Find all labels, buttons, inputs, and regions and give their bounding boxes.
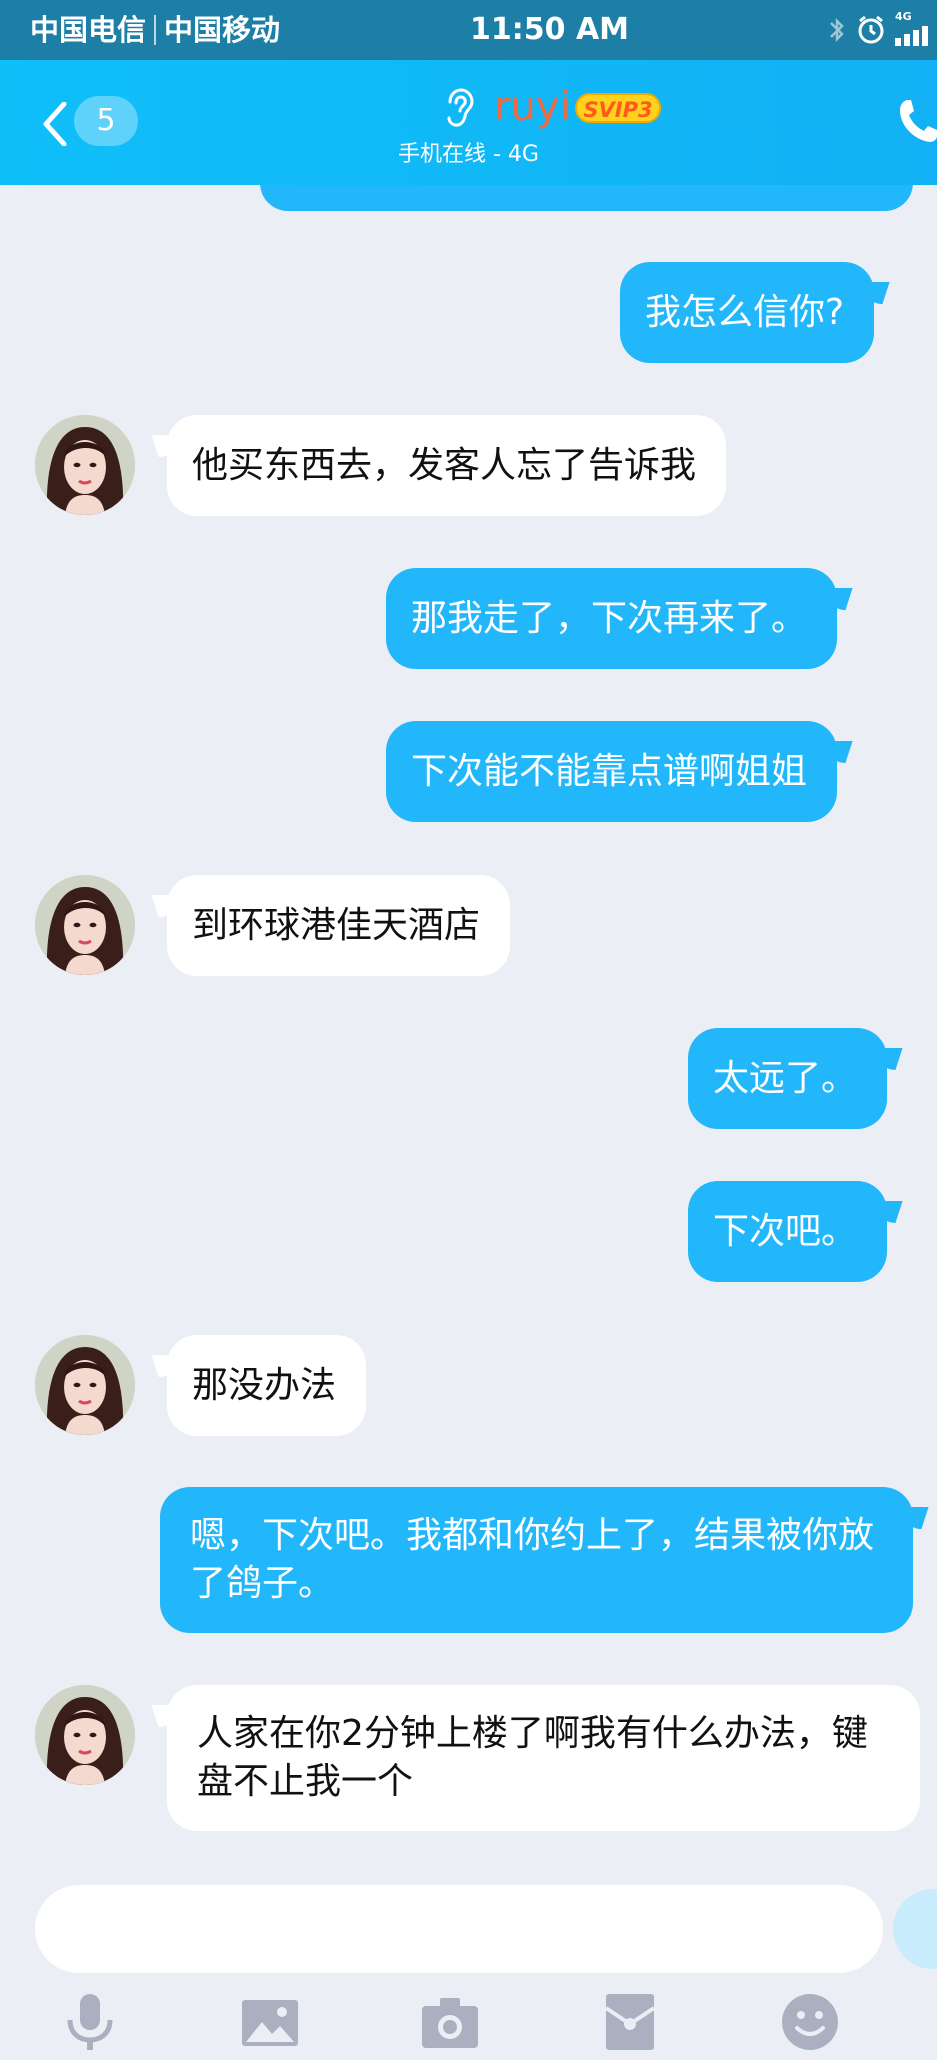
send-button[interactable] (893, 1889, 937, 1969)
message-bubble-incoming[interactable]: 那没办法 (167, 1335, 367, 1436)
carrier-separator (154, 15, 157, 45)
message-bubble-outgoing[interactable]: 我怎么信你? (620, 262, 875, 363)
vip-badge: SVIP3 (575, 93, 661, 123)
message-bubble-outgoing[interactable]: 太远了。 (688, 1028, 888, 1129)
message-bubble-outgoing[interactable]: 嗯，下次吧。我都和你约上了，结果被你放了鸽子。 (160, 1487, 913, 1633)
message-bubble-outgoing[interactable]: 下次能不能靠点谱啊姐姐 (386, 721, 838, 822)
avatar-portrait (35, 415, 135, 515)
input-bar (0, 1885, 937, 2060)
message-bubble-outgoing[interactable]: 下次吧。 (688, 1181, 888, 1282)
emoji-icon[interactable] (778, 1990, 842, 2054)
status-bar: 中国电信 中国移动 11:50 AM 4G (0, 0, 937, 60)
alarm-icon (858, 15, 884, 44)
microphone-icon[interactable] (58, 1990, 122, 2054)
avatar-portrait (35, 1335, 135, 1435)
status-icons: 4G (827, 10, 937, 46)
avatar[interactable] (35, 1685, 135, 1785)
avatar[interactable] (35, 415, 135, 515)
signal-icon (895, 26, 928, 46)
carrier-2: 中国移动 (164, 13, 281, 47)
avatar[interactable] (35, 875, 135, 975)
network-label: 4G (895, 10, 912, 23)
message-list[interactable]: 我怎么信你? 他买东西去，发客人忘了告诉我 那我走了，下次再来了。 下次能不能靠… (0, 185, 937, 1885)
ear-icon[interactable] (444, 88, 474, 128)
message-bubble-incoming[interactable]: 他买东西去，发客人忘了告诉我 (167, 415, 727, 516)
avatar[interactable] (35, 1335, 135, 1435)
carrier-1: 中国电信 (30, 13, 147, 47)
message-bubble-incoming[interactable]: 到环球港佳天酒店 (167, 875, 511, 976)
message-input[interactable] (35, 1885, 883, 1973)
contact-name[interactable]: ruyi (494, 82, 571, 132)
message-bubble-outgoing[interactable]: 那我走了，下次再来了。 (386, 568, 838, 669)
chat-header: 5 ruyi SVIP3 手机在线 - 4G (0, 60, 937, 185)
contact-online-status: 手机在线 - 4G (398, 142, 539, 167)
clock: 11:50 AM (470, 12, 630, 47)
avatar-portrait (35, 875, 135, 975)
red-packet-icon[interactable] (598, 1990, 662, 2054)
image-icon[interactable] (238, 1990, 302, 2054)
phone-icon[interactable] (898, 96, 937, 144)
message-bubble-partial (260, 185, 913, 211)
bluetooth-icon (830, 17, 844, 43)
camera-icon[interactable] (418, 1990, 482, 2054)
carrier-info: 中国电信 中国移动 (30, 10, 280, 50)
message-bubble-incoming[interactable]: 人家在你2分钟上楼了啊我有什么办法，键盘不止我一个 (167, 1685, 920, 1831)
avatar-portrait (35, 1685, 135, 1785)
